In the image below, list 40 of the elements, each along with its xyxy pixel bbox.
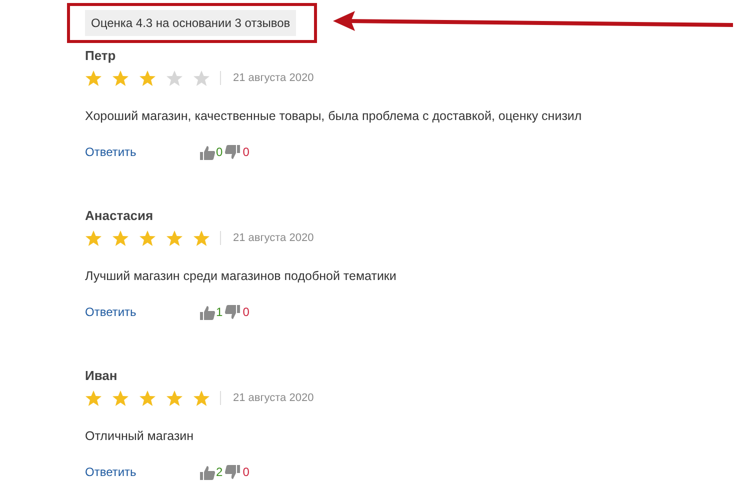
thumbs-up-icon[interactable] [200,304,215,320]
star-icon [139,390,156,406]
author-name: Анастасия [85,207,154,225]
review-date: 21 августа 2020 [233,70,314,86]
like-count: 1 [216,304,223,321]
star-icon [112,230,129,246]
star-icon [139,70,156,86]
star-icon [85,230,102,246]
star-icon [166,390,183,406]
empty-star-icon [166,70,183,86]
like-count: 0 [216,144,223,161]
dislike-count: 0 [242,304,250,321]
dislike-count: 0 [242,464,250,481]
review-date: 21 августа 2020 [233,390,314,406]
star-icon [193,230,210,246]
reply-link[interactable]: Ответить [85,463,200,481]
star-icon [112,70,129,86]
thumbs-down-icon[interactable] [224,304,240,320]
empty-star-icon [193,70,210,86]
star-icon [85,390,102,406]
star-icon [139,230,156,246]
review-text: Хороший магазин, качественные товары, была проблема с доставкой, оценку снизил [85,108,583,125]
review-text: Лучший магазин среди магазинов подобной тематики [85,268,398,285]
star-icon [85,70,102,86]
star-icon [112,390,129,406]
star-icon [193,390,210,406]
thumbs-down-icon[interactable] [224,464,240,480]
thumbs-up-icon[interactable] [200,464,215,480]
like-count: 2 [216,464,223,481]
author-name: Петр [85,47,117,65]
thumbs-up-icon[interactable] [200,144,215,160]
author-name: Иван [85,367,118,385]
dislike-count: 0 [242,144,250,161]
thumbs-down-icon[interactable] [224,144,240,160]
star-icon [166,230,183,246]
review-date: 21 августа 2020 [233,230,314,246]
rating-summary: Оценка 4.3 на основании 3 отзывов [85,10,296,36]
review-text: Отличный магазин [85,428,195,445]
reply-link[interactable]: Ответить [85,143,200,161]
reply-link[interactable]: Ответить [85,303,200,321]
